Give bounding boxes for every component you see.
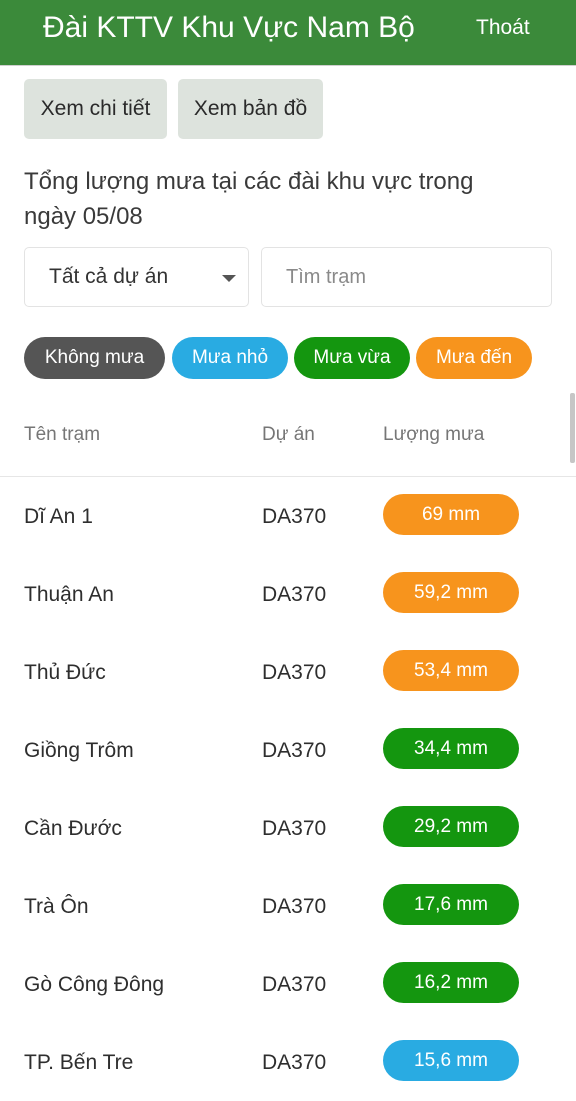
- caret-down-icon: [222, 275, 236, 282]
- station-project: DA370: [262, 583, 327, 606]
- filter-chip-no-rain[interactable]: Không mưa: [24, 337, 165, 379]
- station-name: Cần Đước: [24, 817, 122, 840]
- station-project: DA370: [262, 1051, 327, 1074]
- table-row[interactable]: Thuận An DA370 59,2 mm: [0, 555, 576, 633]
- station-name: Thuận An: [24, 583, 114, 606]
- table-row[interactable]: Dĩ An 1 DA370 69 mm: [0, 477, 576, 555]
- station-project: DA370: [262, 973, 327, 996]
- table-row[interactable]: Trà Ôn DA370 17,6 mm: [0, 867, 576, 945]
- view-map-button[interactable]: Xem bản đồ: [178, 79, 323, 139]
- table-row[interactable]: TP. Bến Tre DA370 15,6 mm: [0, 1023, 576, 1101]
- project-select[interactable]: Tất cả dự án: [24, 247, 249, 307]
- rainfall-badge: 17,6 mm: [383, 884, 519, 925]
- column-header-station: Tên trạm: [24, 424, 101, 445]
- filter-chip-moderate-rain[interactable]: Mưa vừa: [294, 337, 410, 379]
- table-row[interactable]: Cần Đước DA370 29,2 mm: [0, 789, 576, 867]
- station-project: DA370: [262, 739, 327, 762]
- rainfall-summary-heading: Tổng lượng mưa tại các đài khu vực trong…: [24, 168, 474, 230]
- rainfall-badge: 16,2 mm: [383, 962, 519, 1003]
- rainfall-badge: 34,4 mm: [383, 728, 519, 769]
- station-project: DA370: [262, 895, 327, 918]
- rainfall-badge: 29,2 mm: [383, 806, 519, 847]
- project-select-value: Tất cả dự án: [49, 265, 169, 288]
- view-detail-button[interactable]: Xem chi tiết: [24, 79, 167, 139]
- filter-chip-heavy-rain[interactable]: Mưa đến: [416, 337, 532, 379]
- app-title: Đài KTTV Khu Vực Nam Bộ: [43, 11, 415, 44]
- station-project: DA370: [262, 505, 327, 528]
- scrollbar-thumb[interactable]: [570, 393, 575, 463]
- station-name: Trà Ôn: [24, 895, 89, 918]
- table-row[interactable]: Gò Công Đông DA370 16,2 mm: [0, 945, 576, 1023]
- table-row[interactable]: Thủ Đức DA370 53,4 mm: [0, 633, 576, 711]
- app-header: Đài KTTV Khu Vực Nam Bộ Thoát: [0, 0, 576, 66]
- station-project: DA370: [262, 817, 327, 840]
- logout-button[interactable]: Thoát: [476, 16, 530, 40]
- rainfall-badge: 69 mm: [383, 494, 519, 535]
- station-name: Gò Công Đông: [24, 973, 165, 996]
- station-name: TP. Bến Tre: [24, 1051, 134, 1074]
- station-name: Dĩ An 1: [24, 505, 93, 528]
- station-name: Giồng Trôm: [24, 739, 134, 762]
- rainfall-badge: 59,2 mm: [383, 572, 519, 613]
- column-header-rainfall: Lượng mưa: [383, 424, 485, 445]
- station-search-input[interactable]: [261, 247, 552, 307]
- filter-chip-light-rain[interactable]: Mưa nhỏ: [172, 337, 288, 379]
- station-name: Thủ Đức: [24, 661, 106, 684]
- table-row[interactable]: Giồng Trôm DA370 34,4 mm: [0, 711, 576, 789]
- column-header-project: Dự án: [262, 424, 315, 445]
- rainfall-badge: 53,4 mm: [383, 650, 519, 691]
- station-project: DA370: [262, 661, 327, 684]
